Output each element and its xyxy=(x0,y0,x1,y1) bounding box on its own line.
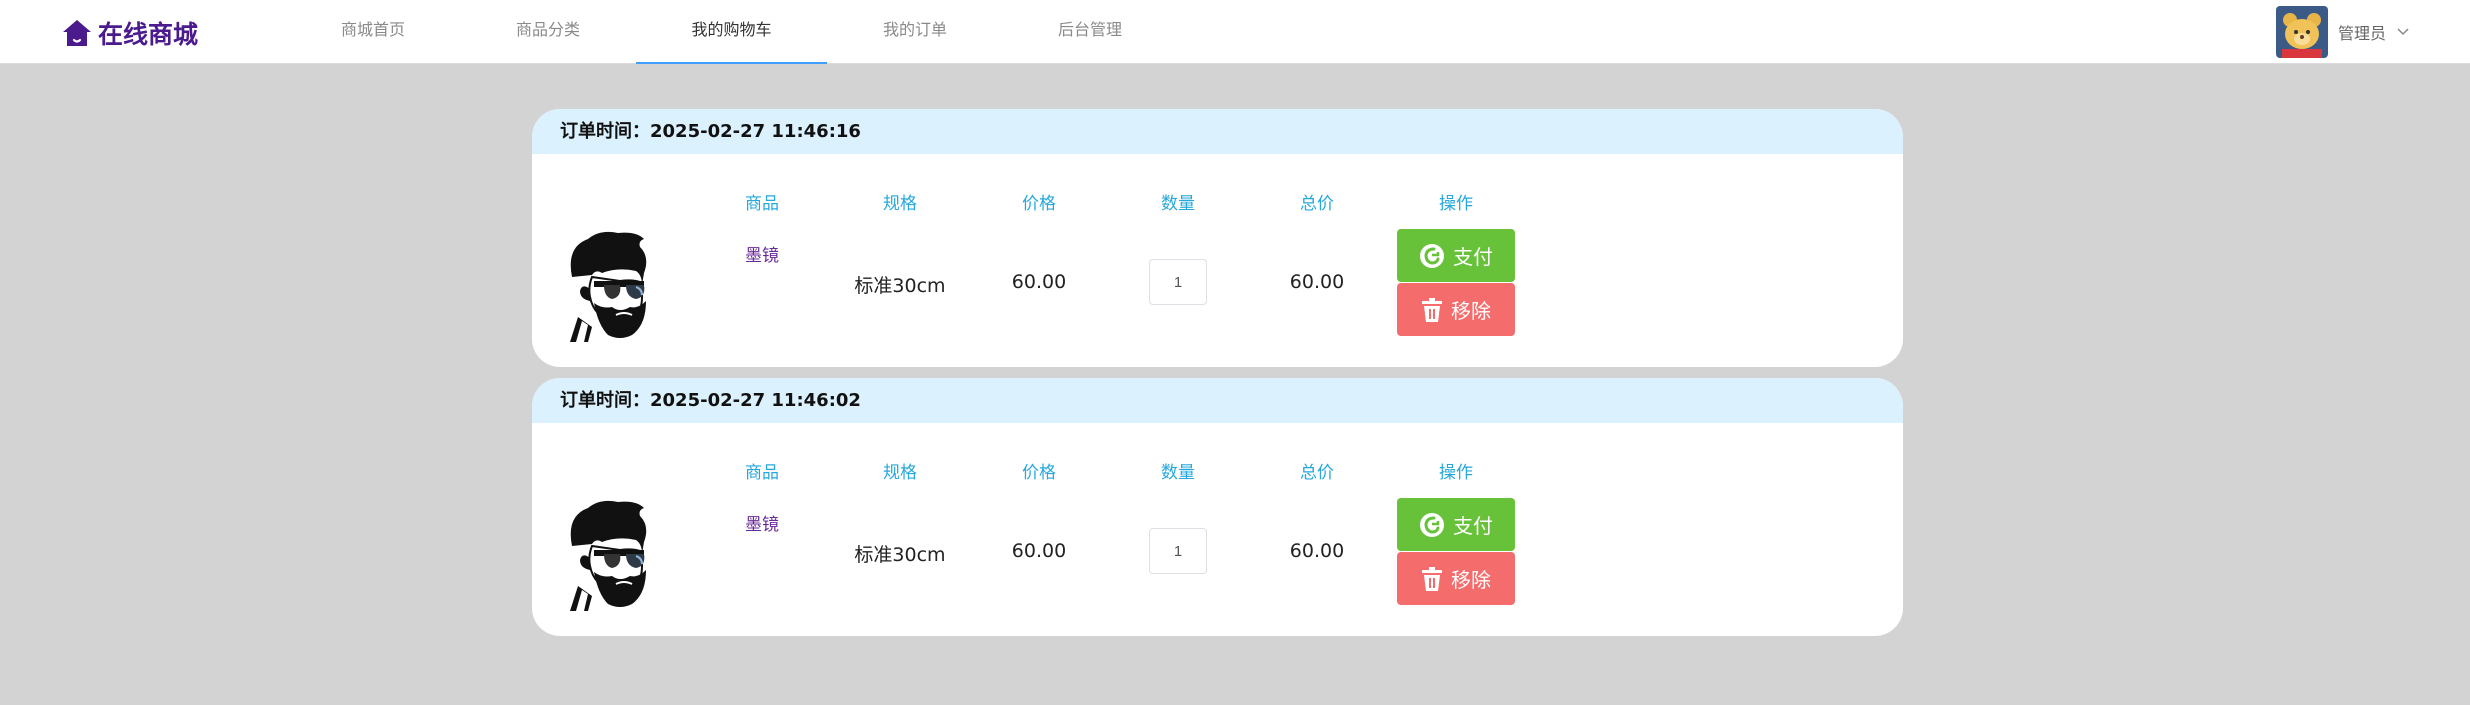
product-price: 60.00 xyxy=(1011,271,1067,293)
pay-button[interactable]: 支付 xyxy=(1397,498,1515,551)
logo-text: 在线商城 xyxy=(98,20,199,49)
product-image[interactable] xyxy=(558,227,654,342)
trash-icon xyxy=(1422,297,1442,322)
remove-button[interactable]: 移除 xyxy=(1397,552,1515,605)
trash-icon xyxy=(1422,566,1442,591)
col-total: 总价 xyxy=(1300,194,1334,214)
order-card: 订单时间：2025-02-27 11:46:02 商品 规格 价格 数量 总价 … xyxy=(532,378,1903,636)
remove-label: 移除 xyxy=(1451,568,1491,592)
user-name: 管理员 xyxy=(2338,24,2387,43)
product-name[interactable]: 墨镜 xyxy=(712,241,812,266)
avatar[interactable] xyxy=(2276,6,2328,58)
quantity-input[interactable] xyxy=(1149,259,1207,305)
user-menu[interactable]: 管理员 xyxy=(2276,6,2410,58)
col-spec: 规格 xyxy=(883,463,917,483)
order-time-label: 订单时间： xyxy=(560,390,650,411)
col-quantity: 数量 xyxy=(1161,463,1195,483)
col-action: 操作 xyxy=(1439,463,1473,483)
top-header: 在线商城 商城首页 商品分类 我的购物车 我的订单 后台管理 管理员 xyxy=(0,0,2470,64)
pay-icon xyxy=(1420,512,1444,537)
product-image[interactable] xyxy=(558,496,654,611)
chevron-down-icon[interactable] xyxy=(2396,25,2410,39)
remove-button[interactable]: 移除 xyxy=(1397,283,1515,336)
nav-orders[interactable]: 我的订单 xyxy=(862,0,968,64)
product-name[interactable]: 墨镜 xyxy=(712,510,812,535)
product-price: 60.00 xyxy=(1011,540,1067,562)
order-card: 订单时间：2025-02-27 11:46:16 商品 规格 价格 数量 总价 … xyxy=(532,109,1903,367)
home-icon xyxy=(63,20,91,46)
pay-button[interactable]: 支付 xyxy=(1397,229,1515,282)
site-logo[interactable]: 在线商城 xyxy=(62,15,198,51)
nav-categories[interactable]: 商品分类 xyxy=(495,0,601,64)
nav-admin[interactable]: 后台管理 xyxy=(1037,0,1143,64)
col-total: 总价 xyxy=(1300,463,1334,483)
order-header: 订单时间：2025-02-27 11:46:16 xyxy=(532,109,1903,154)
col-product: 商品 xyxy=(745,463,779,483)
order-header: 订单时间：2025-02-27 11:46:02 xyxy=(532,378,1903,423)
order-time: 2025-02-27 11:46:02 xyxy=(650,390,861,411)
pay-label: 支付 xyxy=(1453,514,1493,538)
col-price: 价格 xyxy=(1022,194,1056,214)
nav-cart[interactable]: 我的购物车 xyxy=(636,0,827,64)
nav-home[interactable]: 商城首页 xyxy=(320,0,426,64)
col-quantity: 数量 xyxy=(1161,194,1195,214)
order-time-label: 订单时间： xyxy=(560,121,650,142)
pay-icon xyxy=(1420,243,1444,268)
col-product: 商品 xyxy=(745,194,779,214)
order-time: 2025-02-27 11:46:16 xyxy=(650,121,861,142)
product-total: 60.00 xyxy=(1289,540,1345,562)
col-spec: 规格 xyxy=(883,194,917,214)
col-price: 价格 xyxy=(1022,463,1056,483)
quantity-input[interactable] xyxy=(1149,528,1207,574)
product-spec: 标准30cm xyxy=(854,275,946,297)
product-total: 60.00 xyxy=(1289,271,1345,293)
remove-label: 移除 xyxy=(1451,299,1491,323)
pay-label: 支付 xyxy=(1453,245,1493,269)
product-spec: 标准30cm xyxy=(854,544,946,566)
col-action: 操作 xyxy=(1439,194,1473,214)
